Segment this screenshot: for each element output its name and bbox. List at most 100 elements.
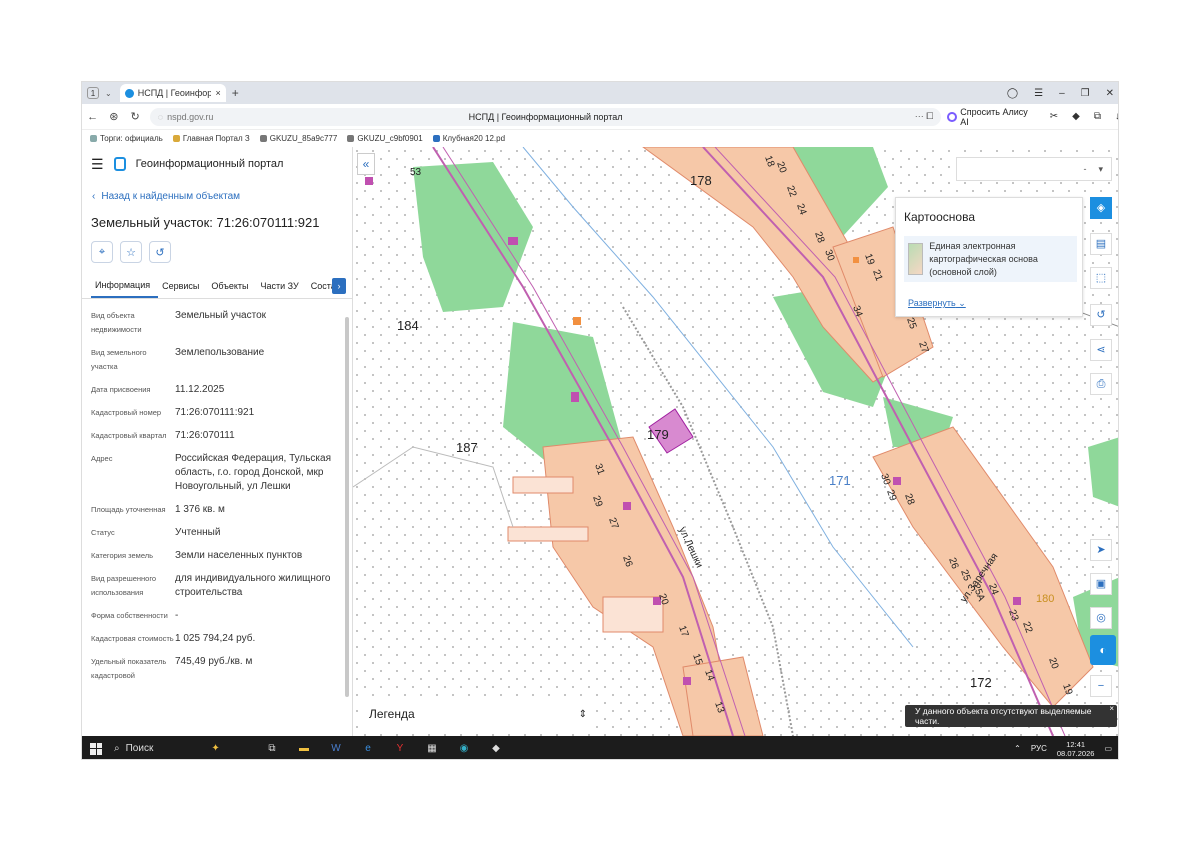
yandex-shield-icon[interactable]: ⊛ xyxy=(103,110,124,123)
url-field[interactable]: ◌ nspd.gov.ru НСПД | Геоинформационный п… xyxy=(149,107,942,126)
site-favicon-icon xyxy=(124,88,134,98)
collapse-sidebar-button[interactable]: « xyxy=(357,153,375,175)
building-marker xyxy=(573,317,581,325)
url-page-title: НСПД | Геоинформационный портал xyxy=(468,111,623,122)
print-button[interactable]: ⎙ xyxy=(1090,373,1112,395)
file-explorer-icon[interactable]: ▬ xyxy=(296,743,312,754)
bookmark-icon[interactable]: ··· ⧠ xyxy=(915,111,934,122)
share-button[interactable]: ⋖ xyxy=(1090,339,1112,361)
property-value: для индивидуального жилищного строительс… xyxy=(175,573,331,598)
bookmark-favicon-icon xyxy=(172,135,180,142)
app-icon[interactable]: ◆ xyxy=(488,743,504,754)
property-value: - xyxy=(175,610,179,621)
extensions-icon[interactable]: ✂ xyxy=(1050,111,1058,122)
windows-taskbar: ⌕ Поиск ✦ ⧉ ▬ W e Y ▦ ◉ ◆ ⌃ РУС 12:41 08… xyxy=(82,736,1118,759)
quarter-label: 178 xyxy=(690,173,712,188)
layer-select-value: - xyxy=(1083,164,1087,174)
history-button[interactable]: ↺ xyxy=(149,241,171,263)
close-tab-icon[interactable]: × xyxy=(215,88,220,98)
close-icon[interactable]: × xyxy=(1109,704,1114,713)
taskbar-search[interactable]: ⌕ Поиск ✦ xyxy=(114,739,254,758)
edge-legacy-icon[interactable]: e xyxy=(360,743,376,754)
profile-icon[interactable]: ◯ xyxy=(1007,88,1018,99)
notifications-icon[interactable]: ▭ xyxy=(1104,744,1112,753)
windows-start-icon[interactable] xyxy=(90,742,102,755)
bookmark-item[interactable]: GKUZU_c9bf0901 xyxy=(347,134,423,143)
geolocation-button[interactable]: ◎ xyxy=(1090,607,1112,629)
bookmark-item[interactable]: GKUZU_85a9c777 xyxy=(259,134,337,143)
building-marker xyxy=(623,502,631,510)
input-language[interactable]: РУС xyxy=(1031,744,1047,753)
chevron-down-icon[interactable]: ⌄ xyxy=(105,89,112,98)
notification-toast: У данного объекта отсутствуют выделяемые… xyxy=(905,704,1117,727)
bookmark-favicon-icon xyxy=(259,135,267,142)
property-value: Землепользование xyxy=(175,347,265,358)
layers-tool-button[interactable]: ◈ xyxy=(1090,197,1112,219)
tray-chevron-icon[interactable]: ⌃ xyxy=(1014,744,1021,753)
quarter-label: 184 xyxy=(397,318,419,333)
collections-icon[interactable]: ⧉ xyxy=(1094,111,1101,122)
property-value: 71:26:070111:921 xyxy=(175,407,255,418)
bookmark-item[interactable]: Главная Портал З xyxy=(172,134,250,143)
sidebar-scrollbar[interactable] xyxy=(345,317,349,697)
restore-button[interactable]: ❐ xyxy=(1081,88,1090,99)
property-value: 1 376 кв. м xyxy=(175,504,225,515)
browser-tab[interactable]: НСПД | Геоинформаци × xyxy=(119,84,226,102)
property-value: 1 025 794,24 руб. xyxy=(175,633,256,644)
tab-parts[interactable]: Части ЗУ xyxy=(257,273,307,298)
building-marker xyxy=(1013,597,1021,605)
portal-title: Геоинформационный портал xyxy=(135,158,284,170)
yandex-browser-icon[interactable]: Y xyxy=(392,743,408,754)
object-actions: ⌖ ☆ ↺ xyxy=(82,241,352,263)
edge-icon[interactable]: ◉ xyxy=(456,743,472,754)
minimap-button[interactable]: ▣ xyxy=(1090,573,1112,595)
house-number: 53 xyxy=(410,167,422,178)
layer-select[interactable]: - ▾ xyxy=(956,157,1112,181)
building-marker xyxy=(893,477,901,485)
tab-services[interactable]: Сервисы xyxy=(158,273,207,298)
favorite-star-button[interactable]: ☆ xyxy=(120,241,142,263)
bookmark-item[interactable]: Клубная20 12.pd xyxy=(432,134,505,143)
property-row: Кадастровая стоимость 1 025 794,24 руб. xyxy=(91,632,343,646)
back-arrow-icon[interactable]: ← xyxy=(82,111,103,123)
ask-alice-button[interactable]: Спросить Алису AI xyxy=(947,107,1035,127)
locate-on-map-button[interactable]: ⌖ xyxy=(91,241,113,263)
property-value: 71:26:070111 xyxy=(175,430,235,441)
tab-information[interactable]: Информация xyxy=(91,273,159,298)
property-key: Кадастровый квартал xyxy=(91,431,167,440)
property-row: Вид земельного участка Землепользование xyxy=(91,346,343,374)
tab-count-badge[interactable]: 1 xyxy=(87,87,99,99)
property-value: 11.12.2025 xyxy=(175,384,225,395)
ruler-tool-button[interactable]: ▤ xyxy=(1090,233,1112,255)
minimize-button[interactable]: – xyxy=(1059,88,1065,99)
lock-icon: ◌ xyxy=(157,111,164,122)
bookmark-item[interactable]: Торги: официаль xyxy=(90,134,163,143)
property-key: Форма собственности xyxy=(91,611,168,620)
property-key: Удельный показатель кадастровой xyxy=(91,657,167,680)
protect-icon[interactable]: ◆ xyxy=(1072,111,1080,122)
word-icon[interactable]: W xyxy=(328,743,344,754)
tabs-scroll-right-button[interactable]: › xyxy=(332,278,346,294)
hamburger-menu-icon[interactable]: ☰ xyxy=(91,156,104,173)
bookmark-favicon-icon xyxy=(90,135,97,142)
clock[interactable]: 12:41 08.07.2026 xyxy=(1057,740,1095,758)
navigate-button[interactable]: ➤ xyxy=(1090,539,1112,561)
property-row: Кадастровый квартал 71:26:070111 xyxy=(91,429,343,443)
close-window-button[interactable]: ✕ xyxy=(1106,88,1114,99)
select-area-button[interactable]: ⬚ xyxy=(1090,267,1112,289)
task-view-icon[interactable]: ⧉ xyxy=(264,743,280,754)
new-tab-button[interactable]: + xyxy=(232,86,239,100)
zoom-out-button[interactable]: − xyxy=(1090,675,1112,697)
basemap-layer-card[interactable]: Единая электронная картографическая осно… xyxy=(904,236,1077,282)
download-icon[interactable]: ↓ xyxy=(1115,111,1118,122)
assistant-button[interactable]: ◐ xyxy=(1090,635,1116,665)
reload-icon[interactable]: ↻ xyxy=(124,110,145,123)
tab-objects[interactable]: Объекты xyxy=(207,273,256,298)
menu-icon[interactable]: ☰ xyxy=(1034,88,1043,99)
legend-panel[interactable]: Легенда ⇕ xyxy=(359,699,593,729)
back-to-results-link[interactable]: ‹ Назад к найденным объектам xyxy=(82,185,352,207)
expand-link[interactable]: Развернуть ⌄ xyxy=(908,298,966,309)
history-tool-button[interactable]: ↺ xyxy=(1090,304,1112,326)
map-view[interactable]: 184 187 178 179 171 172 180 ул.Лешки ул.… xyxy=(353,147,1118,736)
calculator-icon[interactable]: ▦ xyxy=(424,743,440,754)
